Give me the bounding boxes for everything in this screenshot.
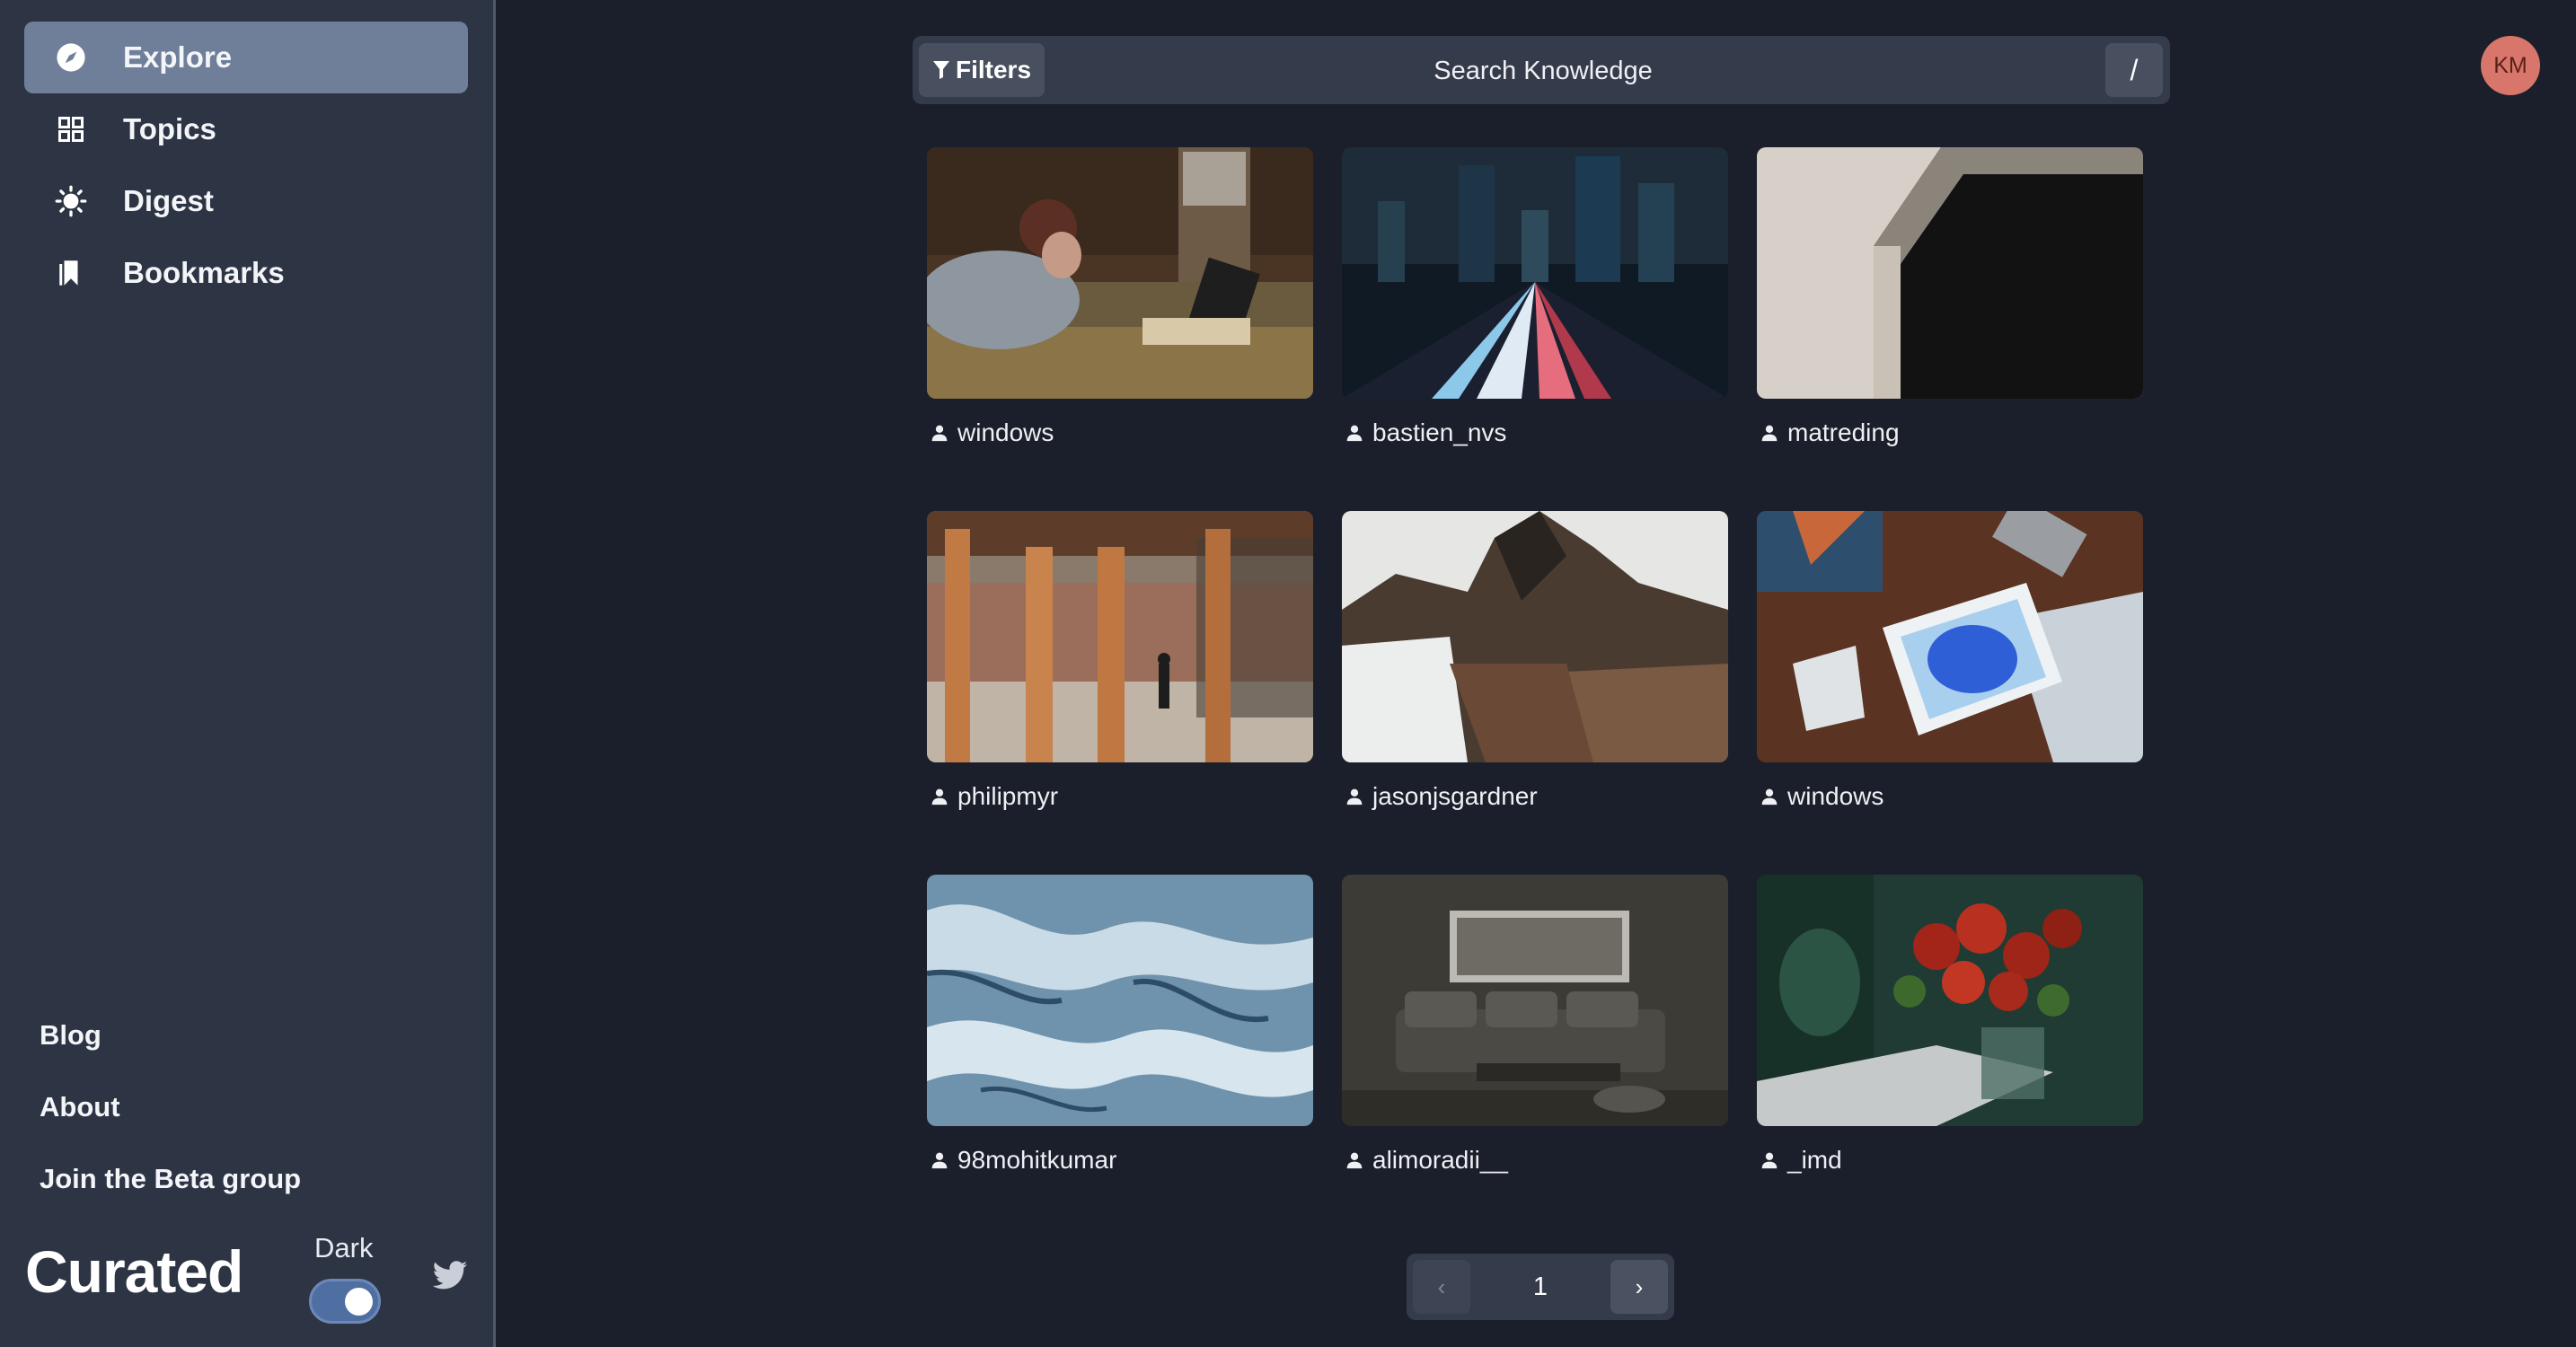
person-icon (1346, 1152, 1363, 1169)
sidebar-item-label: Topics (123, 112, 216, 145)
gallery-card[interactable]: 98mohitkumar (927, 875, 1313, 1175)
author-name[interactable]: 98mohitkumar (957, 1146, 1116, 1175)
gallery-card[interactable]: matreding (1757, 147, 2143, 447)
gallery-card[interactable]: _imd (1757, 875, 2143, 1175)
sidebar-nav: Explore Topics Digest Bookmarks (24, 22, 468, 309)
filters-button[interactable]: Filters (919, 43, 1045, 97)
search-bar: Filters / (913, 36, 2170, 104)
pagination: ‹ 1 › (1407, 1254, 1674, 1320)
about-link[interactable]: About (40, 1071, 301, 1143)
thumbnail-image[interactable] (1342, 875, 1728, 1126)
sidebar-item-label: Bookmarks (123, 256, 285, 289)
filter-icon (932, 61, 949, 79)
author-line: jasonjsgardner (1342, 782, 1728, 811)
sidebar-item-digest[interactable]: Digest (24, 165, 468, 237)
gallery-card[interactable]: alimoradii__ (1342, 875, 1728, 1175)
author-line: philipmyr (927, 782, 1313, 811)
blog-link[interactable]: Blog (40, 999, 301, 1071)
filters-label: Filters (955, 56, 1032, 84)
gallery-card[interactable]: jasonjsgardner (1342, 511, 1728, 811)
search-shortcut-key[interactable]: / (2105, 43, 2163, 97)
brand-logo: Curated (25, 1238, 243, 1305)
person-icon (931, 788, 948, 806)
thumbnail-image[interactable] (927, 511, 1313, 762)
author-line: alimoradii__ (1342, 1146, 1728, 1175)
theme-toggle[interactable] (309, 1279, 381, 1324)
author-line: windows (1757, 782, 2143, 811)
thumbnail-image[interactable] (927, 147, 1313, 399)
author-name[interactable]: windows (1787, 782, 1883, 811)
sidebar: Explore Topics Digest Bookmarks Blog Abo… (0, 0, 496, 1347)
sidebar-item-label: Explore (123, 40, 233, 74)
author-line: matreding (1757, 418, 2143, 447)
person-icon (1346, 425, 1363, 442)
compass-icon (35, 22, 107, 93)
sidebar-item-label: Digest (123, 184, 214, 217)
search-input[interactable] (1065, 43, 2021, 99)
thumbnail-image[interactable] (1757, 147, 2143, 399)
sidebar-item-explore[interactable]: Explore (24, 22, 468, 93)
person-icon (931, 1152, 948, 1169)
author-name[interactable]: jasonjsgardner (1372, 782, 1538, 811)
person-icon (931, 425, 948, 442)
person-icon (1761, 1152, 1778, 1169)
person-icon (1761, 425, 1778, 442)
gallery-card[interactable]: bastien_nvs (1342, 147, 1728, 447)
author-name[interactable]: philipmyr (957, 782, 1058, 811)
avatar[interactable]: KM (2481, 36, 2540, 95)
toggle-knob (345, 1288, 373, 1316)
sidebar-item-bookmarks[interactable]: Bookmarks (24, 237, 468, 309)
author-name[interactable]: alimoradii__ (1372, 1146, 1508, 1175)
thumbnail-image[interactable] (1757, 511, 2143, 762)
twitter-icon[interactable] (431, 1257, 469, 1295)
author-line: windows (927, 418, 1313, 447)
gallery-card[interactable]: windows (1757, 511, 2143, 811)
theme-label: Dark (314, 1232, 374, 1263)
thumbnail-image[interactable] (1757, 875, 2143, 1126)
person-icon (1761, 788, 1778, 806)
author-name[interactable]: bastien_nvs (1372, 418, 1506, 447)
gallery-card[interactable]: windows (927, 147, 1313, 447)
author-name[interactable]: matreding (1787, 418, 1900, 447)
join-beta-link[interactable]: Join the Beta group (40, 1143, 301, 1215)
next-page-button[interactable]: › (1610, 1260, 1668, 1314)
bookmark-icon (35, 237, 107, 309)
author-line: _imd (1757, 1146, 2143, 1175)
person-icon (1346, 788, 1363, 806)
thumbnail-image[interactable] (1342, 511, 1728, 762)
footer-links: Blog About Join the Beta group (40, 999, 301, 1215)
sun-icon (35, 165, 107, 237)
sidebar-item-topics[interactable]: Topics (24, 93, 468, 165)
author-line: 98mohitkumar (927, 1146, 1313, 1175)
thumbnail-image[interactable] (927, 875, 1313, 1126)
author-name[interactable]: windows (957, 418, 1054, 447)
current-page: 1 (1532, 1272, 1548, 1301)
gallery-card[interactable]: philipmyr (927, 511, 1313, 811)
prev-page-button[interactable]: ‹ (1413, 1260, 1470, 1314)
grid-icon (35, 93, 107, 165)
author-name[interactable]: _imd (1787, 1146, 1842, 1175)
thumbnail-image[interactable] (1342, 147, 1728, 399)
author-line: bastien_nvs (1342, 418, 1728, 447)
